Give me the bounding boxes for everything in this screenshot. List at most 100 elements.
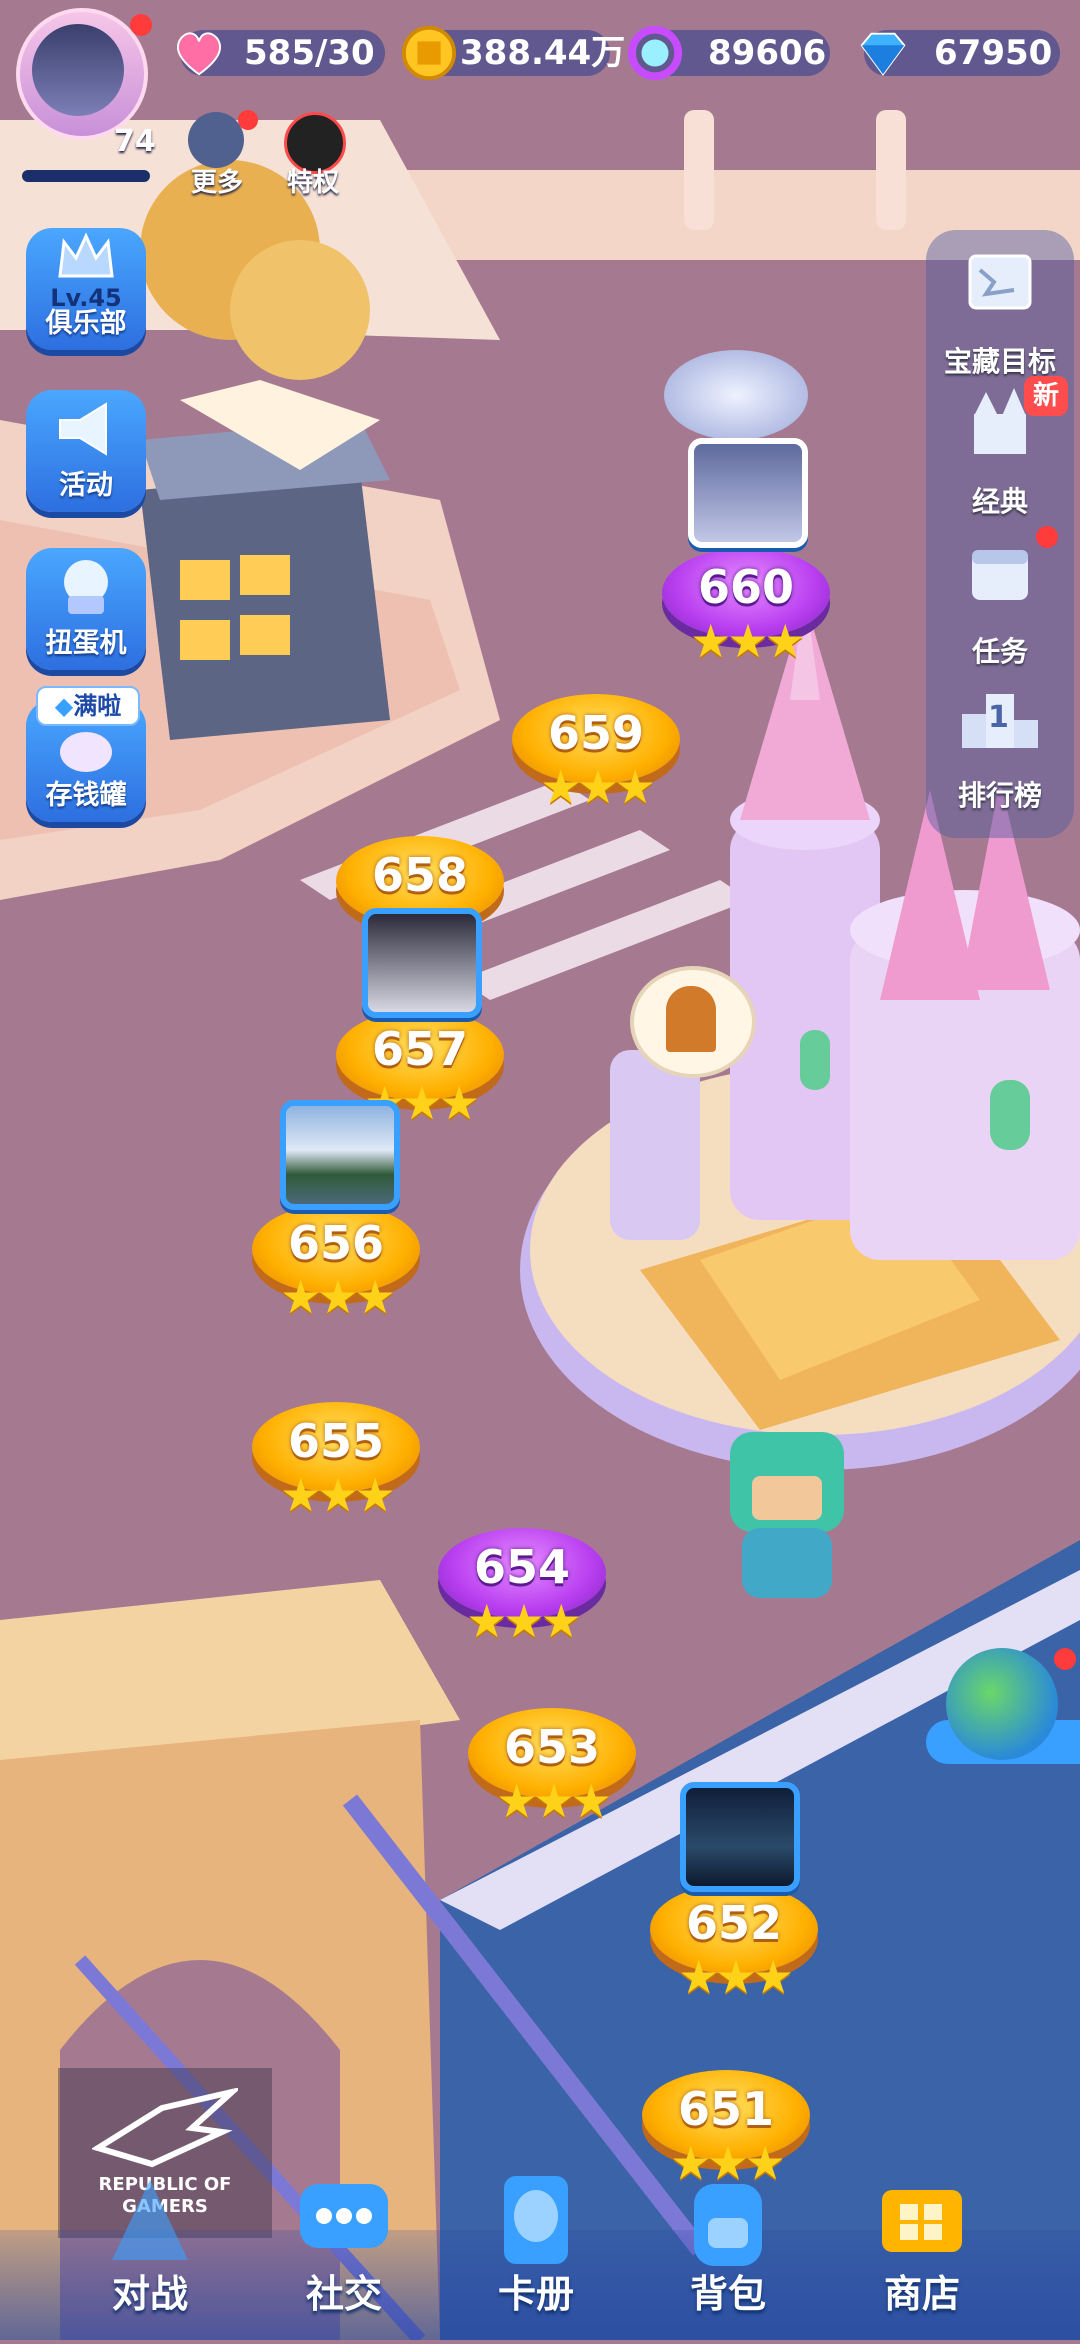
level-node-654[interactable]: 654 ★★★ [438, 1528, 606, 1658]
diamond-icon [860, 32, 906, 76]
piggy-bank-label: 存钱罐 [45, 780, 127, 811]
coin-icon [401, 25, 457, 81]
boss-pedestal [664, 350, 808, 440]
chat-bubble-icon [300, 2184, 388, 2248]
card-album-icon [504, 2176, 568, 2264]
calendar-icon [972, 550, 1028, 600]
level-number: 657 [371, 1022, 469, 1076]
level-node-656[interactable]: 656 ★★★ [252, 1204, 420, 1334]
shop-cart-icon [882, 2190, 962, 2252]
gems-counter[interactable]: 89606 [627, 25, 830, 81]
tasks-label: 任务 [971, 635, 1028, 668]
heart-icon [177, 32, 221, 76]
leaderboard-rank: 1 [988, 700, 1009, 735]
more-button[interactable]: 更多 [180, 110, 258, 198]
tab-social-label: 社交 [305, 2272, 382, 2316]
backpack-icon [694, 2184, 762, 2266]
avatar-level-badge: 74 [114, 124, 156, 159]
club-label: 俱乐部 [45, 308, 127, 339]
globe-notification-dot [1054, 1648, 1076, 1670]
diamonds-value: 67950 [934, 33, 1053, 73]
tab-backpack-label: 背包 [689, 2272, 766, 2316]
classic-label: 经典 [971, 485, 1028, 518]
level-number: 660 [697, 560, 795, 614]
rainbow-gem-icon [627, 25, 683, 81]
piggy-bank-icon [60, 732, 112, 772]
treasure-map-icon [968, 254, 1032, 310]
level-stars: ★★★ [690, 614, 806, 668]
tab-backpack[interactable]: 背包 [630, 2150, 826, 2340]
activity-button[interactable]: 活动 [26, 390, 146, 512]
player-avatar[interactable]: 74 [10, 8, 156, 182]
tab-card-album-label: 卡册 [497, 2272, 574, 2316]
tasks-button[interactable]: 任务 [926, 526, 1074, 674]
level-stars: ★★★ [280, 1468, 396, 1522]
level-node-653[interactable]: 653 ★★★ [468, 1708, 636, 1838]
level-stars: ★★★ [280, 1270, 396, 1324]
door-icon[interactable] [630, 966, 756, 1078]
leaderboard-label: 排行榜 [957, 779, 1042, 812]
battle-icon [112, 2180, 188, 2260]
right-side-menu: 宝藏目标 新 经典 任务 1 排行榜 [926, 230, 1074, 838]
gacha-button[interactable]: 扭蛋机 [26, 548, 146, 670]
night-photo-652[interactable] [680, 1782, 800, 1892]
activity-label: 活动 [59, 470, 113, 501]
gacha-label: 扭蛋机 [45, 628, 127, 659]
level-number: 659 [547, 706, 645, 760]
level-number: 656 [287, 1216, 385, 1270]
more-notification-dot [238, 110, 258, 130]
level-number: 654 [473, 1540, 571, 1594]
player-avatar-marker-660 [688, 438, 808, 548]
level-number: 655 [287, 1414, 385, 1468]
level-node-652[interactable]: 652 ★★★ [650, 1884, 818, 2014]
avatar-notification-dot [130, 14, 152, 36]
piggy-bank-button[interactable]: ◆满啦 存钱罐 [26, 686, 146, 822]
level-stars: ★★★ [540, 760, 656, 814]
privilege-label: 特权 [286, 168, 339, 198]
tab-shop-label: 商店 [883, 2272, 960, 2316]
level-node-659[interactable]: 659 ★★★ [512, 694, 680, 824]
friend-avatar-657[interactable] [362, 908, 482, 1018]
crown-icon [58, 232, 114, 278]
tab-shop[interactable]: 商店 [824, 2150, 1020, 2340]
tab-battle[interactable]: 对战 [52, 2150, 248, 2340]
world-switch-button[interactable] [926, 1628, 1080, 1774]
exp-bar [22, 170, 150, 182]
level-node-655[interactable]: 655 ★★★ [252, 1402, 420, 1532]
diamond-small-icon: ◆ [54, 692, 74, 720]
hearts-counter[interactable]: 585/30 [177, 30, 385, 76]
club-button[interactable]: Lv.45 俱乐部 [26, 228, 146, 350]
leaderboard-button[interactable]: 1 排行榜 [926, 678, 1074, 818]
privilege-button[interactable]: 特权 [276, 112, 350, 198]
gacha-machine-icon [64, 560, 108, 614]
megaphone-icon [59, 402, 107, 456]
piggy-bank-badge-text: 满啦 [73, 692, 122, 720]
map-background [0, 0, 1080, 2344]
tab-battle-label: 对战 [111, 2272, 188, 2316]
level-stars: ★★★ [678, 1950, 794, 2004]
diamonds-counter[interactable]: 67950 [860, 30, 1060, 76]
level-stars: ★★★ [466, 1594, 582, 1648]
piggy-bank-badge: ◆满啦 [36, 686, 140, 726]
new-badge: 新 [1024, 376, 1068, 416]
coins-value: 388.44万 [460, 33, 626, 73]
tab-card-album[interactable]: 卡册 [438, 2150, 634, 2340]
map-scenery [0, 0, 1080, 2344]
treasure-target-button[interactable]: 宝藏目标 [926, 244, 1074, 384]
level-number: 651 [677, 2082, 775, 2136]
level-number: 653 [503, 1720, 601, 1774]
coins-counter[interactable]: 388.44万 [401, 25, 625, 81]
gems-value: 89606 [708, 33, 827, 73]
tab-social[interactable]: 社交 [246, 2150, 442, 2340]
more-label: 更多 [190, 168, 243, 198]
player-character [712, 1432, 862, 1602]
landscape-photo-656[interactable] [280, 1100, 400, 1210]
level-number: 652 [685, 1896, 783, 1950]
level-number: 658 [371, 848, 469, 902]
hearts-value: 585/30 [244, 33, 375, 73]
treasure-target-label: 宝藏目标 [943, 345, 1056, 378]
level-stars: ★★★ [496, 1774, 612, 1828]
level-node-660[interactable]: 660 ★★★ [662, 548, 830, 678]
classic-button[interactable]: 新 经典 [926, 376, 1074, 524]
grid-icon [188, 112, 244, 168]
